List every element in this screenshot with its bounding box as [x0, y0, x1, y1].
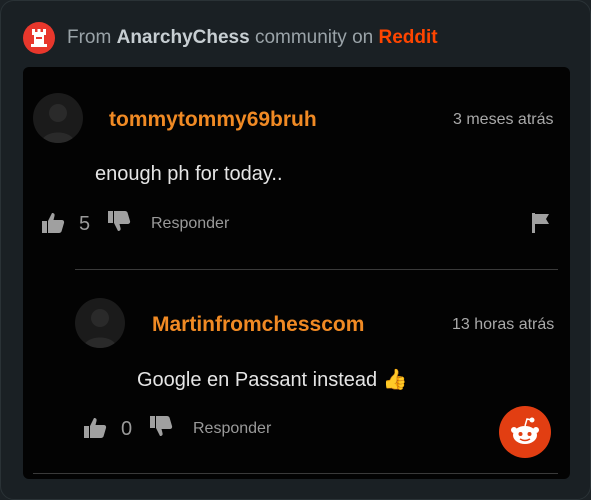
embed-header: From AnarchyChess community on Reddit: [23, 21, 438, 55]
comment-body: enough ph for today..: [95, 163, 283, 185]
community-link[interactable]: AnarchyChess: [117, 27, 250, 48]
comment-body: Google en Passant instead 👍: [137, 367, 408, 392]
divider: [75, 269, 558, 270]
header-text: From AnarchyChess community on Reddit: [67, 27, 438, 49]
comment-timestamp[interactable]: 13 horas atrás: [452, 316, 554, 334]
header-middle: community on: [254, 27, 374, 48]
user-silhouette-icon: [83, 309, 117, 348]
reddit-button[interactable]: [499, 406, 551, 458]
thumbs-down-icon[interactable]: [149, 415, 173, 437]
comments-panel: tommytommy69bruh 3 meses atrás enough ph…: [23, 67, 570, 479]
avatar[interactable]: [75, 298, 125, 348]
like-count: 5: [79, 213, 91, 235]
thumbs-down-icon[interactable]: [107, 210, 131, 232]
embed-card: From AnarchyChess community on Reddit to…: [0, 0, 591, 500]
reddit-link[interactable]: Reddit: [379, 27, 438, 48]
chess-rook-icon: [31, 29, 47, 47]
anarchychess-logo[interactable]: [23, 22, 55, 54]
comment-timestamp[interactable]: 3 meses atrás: [453, 111, 553, 129]
thumbs-up-icon[interactable]: [41, 212, 65, 234]
comment-username[interactable]: Martinfromchesscom: [152, 313, 364, 337]
divider: [33, 473, 558, 474]
reply-button[interactable]: Responder: [193, 420, 271, 438]
comment-username[interactable]: tommytommy69bruh: [109, 108, 317, 132]
avatar[interactable]: [33, 93, 83, 143]
reply-button[interactable]: Responder: [151, 215, 229, 233]
flag-icon[interactable]: [531, 212, 551, 234]
user-silhouette-icon: [41, 104, 75, 143]
thumbs-up-emoji: 👍: [382, 369, 408, 391]
header-prefix: From: [67, 27, 112, 48]
thumbs-up-icon[interactable]: [83, 417, 107, 439]
like-count: 0: [121, 418, 133, 440]
comment-body-text: Google en Passant instead: [137, 369, 378, 391]
reddit-snoo-icon: [511, 417, 539, 444]
